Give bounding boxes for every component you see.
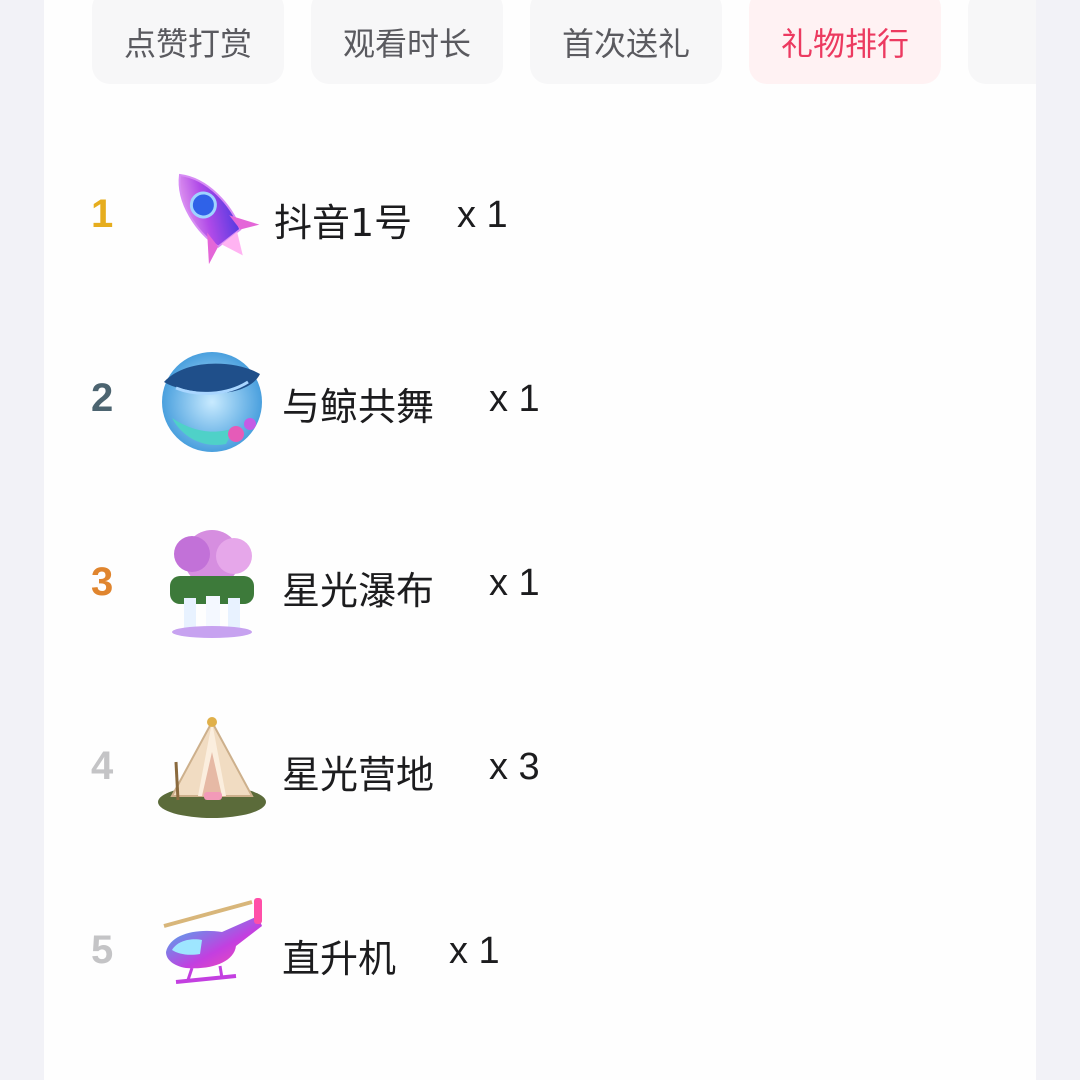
tab-watch-time[interactable]: 观看时长 bbox=[311, 0, 503, 84]
camp-tent-gift-icon bbox=[156, 712, 268, 824]
gift-count: x 1 bbox=[457, 194, 508, 236]
rank-number: 3 bbox=[91, 560, 114, 604]
tab-likes-tips[interactable]: 点赞打赏 bbox=[92, 0, 284, 84]
list-item[interactable]: 2 与鲸共舞 x 1 bbox=[44, 304, 1036, 488]
gift-count: x 1 bbox=[489, 562, 540, 604]
gift-count: x 1 bbox=[489, 378, 540, 420]
list-item[interactable]: 1 抖音1号 x 1 bbox=[44, 120, 1036, 304]
tab-bar: 点赞打赏 观看时长 首次送礼 礼物排行 bbox=[92, 0, 1036, 86]
rank-number: 1 bbox=[91, 192, 114, 236]
gift-ranking-panel: 点赞打赏 观看时长 首次送礼 礼物排行 1 抖音1号 x 1 2 与鲸共舞 x … bbox=[44, 0, 1036, 1080]
gift-name: 直升机 bbox=[282, 937, 397, 981]
list-item[interactable]: 3 星光瀑布 x 1 bbox=[44, 488, 1036, 672]
gift-name: 星光瀑布 bbox=[282, 569, 435, 613]
waterfall-gift-icon bbox=[156, 528, 268, 640]
tab-gift-ranking[interactable]: 礼物排行 bbox=[749, 0, 941, 84]
tab-first-gift[interactable]: 首次送礼 bbox=[530, 0, 722, 84]
rank-number: 5 bbox=[91, 928, 114, 972]
list-item[interactable]: 4 星光营地 x 3 bbox=[44, 672, 1036, 856]
whale-gift-icon bbox=[156, 344, 268, 456]
gift-name: 与鲸共舞 bbox=[282, 385, 435, 429]
rank-number: 4 bbox=[91, 744, 114, 788]
gift-count: x 3 bbox=[489, 746, 540, 788]
gift-name: 抖音1号 bbox=[274, 201, 413, 245]
gift-name: 星光营地 bbox=[282, 753, 435, 797]
rank-number: 2 bbox=[91, 376, 114, 420]
helicopter-gift-icon bbox=[156, 890, 268, 1002]
rocket-gift-icon bbox=[156, 160, 268, 272]
gift-count: x 1 bbox=[449, 930, 500, 972]
tab-next-partial[interactable] bbox=[968, 0, 1036, 84]
list-item[interactable]: 5 直升机 x 1 bbox=[44, 856, 1036, 1040]
